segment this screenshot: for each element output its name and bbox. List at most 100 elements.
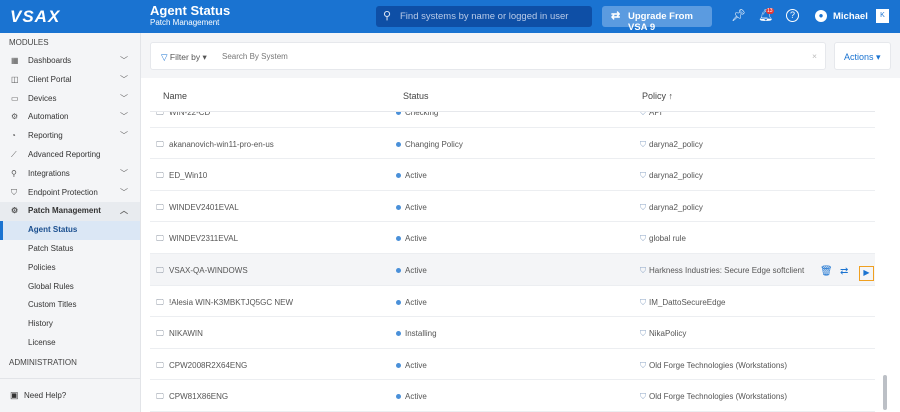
endpoint-protection-icon: ⛉ bbox=[11, 187, 17, 197]
column-header-name[interactable]: Name bbox=[163, 91, 187, 101]
run-button[interactable]: ▶ bbox=[859, 265, 874, 281]
shield-icon: ⛉ bbox=[640, 234, 646, 244]
agent-table: Name Status Policy ↑ 🖵︎ WIN-22-CD Checkin… bbox=[141, 78, 900, 412]
policy-name: Harkness Industries: Secure Edge softcli… bbox=[649, 265, 805, 275]
table-row[interactable]: 🖵︎ VSAX-QA-WINDOWS Active ⛉ Harkness Indus… bbox=[150, 253, 875, 286]
sidebar-subitem-policies[interactable]: Policies bbox=[0, 259, 140, 278]
clear-icon[interactable]: × bbox=[812, 51, 817, 61]
notification-badge: 13 bbox=[766, 8, 774, 14]
policy-name: Old Forge Technologies (Workstations) bbox=[649, 392, 787, 402]
sidebar-item-dashboards[interactable]: ▦ Dashboards ﹀ bbox=[0, 52, 140, 71]
sidebar-item-automation[interactable]: ⚙ Automation ﹀ bbox=[0, 108, 140, 127]
need-help-label: Need Help? bbox=[24, 391, 67, 400]
system-name[interactable]: NIKAWIN bbox=[169, 329, 203, 338]
chevron-down-icon: ﹀ bbox=[120, 187, 128, 197]
system-search-input[interactable]: Search By System bbox=[222, 52, 288, 61]
swap-icon: ⇄ bbox=[611, 10, 621, 22]
upgrade-button[interactable]: ⇄ Upgrade From VSA 9 bbox=[602, 6, 712, 33]
delete-icon[interactable]: 🗑︎ bbox=[820, 266, 833, 277]
sidebar-item-endpoint-protection[interactable]: ⛉ Endpoint Protection ﹀ bbox=[0, 184, 140, 203]
shield-icon: ⛉ bbox=[640, 111, 646, 117]
table-row[interactable]: 🖵︎ WIN-22-CD Checking ⛉ API bbox=[150, 111, 875, 128]
status-dot bbox=[396, 267, 401, 273]
table-row[interactable]: 🖵︎ CPW2008R2X64ENG Active ⛉ Old Forge Tech… bbox=[150, 349, 875, 381]
system-name[interactable]: WINDEV2401EVAL bbox=[169, 203, 239, 212]
dashboards-icon: ▦ bbox=[11, 56, 19, 65]
user-name[interactable]: Michael bbox=[833, 11, 868, 22]
sidebar-item-label: Devices bbox=[28, 93, 57, 103]
sidebar-subitem-global-rules[interactable]: Global Rules bbox=[0, 278, 140, 297]
modules-heading: MODULES bbox=[9, 38, 49, 47]
policy-name: daryna2_policy bbox=[649, 139, 703, 149]
sidebar-item-advanced-reporting[interactable]: ⟋ Advanced Reporting bbox=[0, 146, 140, 165]
sidebar-subitem-patch-status[interactable]: Patch Status bbox=[0, 240, 140, 259]
shield-icon: ⛉ bbox=[640, 202, 646, 212]
status-dot bbox=[396, 204, 401, 210]
table-row[interactable]: 🖵︎ WINDEV2311EVAL Active ⛉ global rule bbox=[150, 222, 875, 254]
policy-name: Old Forge Technologies (Workstations) bbox=[649, 360, 787, 370]
sidebar-item-integrations[interactable]: ⚲ Integrations ﹀ bbox=[0, 165, 140, 184]
status-text: Active bbox=[405, 202, 427, 212]
sidebar-item-reporting[interactable]: ◔ Reporting ﹀ bbox=[0, 127, 140, 146]
change-policy-icon[interactable]: ⇄ bbox=[840, 266, 848, 277]
table-row[interactable]: 🖵︎ CPW81X86ENG Active ⛉ Old Forge Technolo… bbox=[150, 380, 875, 412]
sidebar-item-label: Patch Management bbox=[28, 206, 101, 216]
table-row[interactable]: 🖵︎ akananovich-win11-pro-en-us Changing P… bbox=[150, 128, 875, 160]
policy-name: API bbox=[649, 111, 662, 117]
shield-icon: ⛉ bbox=[640, 171, 646, 181]
system-name[interactable]: ED_Win10 bbox=[169, 171, 207, 180]
policy-name: daryna2_policy bbox=[649, 171, 703, 181]
search-icon: ⚲ bbox=[383, 10, 392, 22]
system-name[interactable]: WIN-22-CD bbox=[169, 112, 210, 117]
table-row[interactable]: 🖵︎ NIKAWIN Installing ⛉ NikaPolicy bbox=[150, 317, 875, 349]
system-name[interactable]: CPW2008R2X64ENG bbox=[169, 361, 247, 370]
sidebar-subitem-license[interactable]: License bbox=[0, 334, 140, 353]
global-search-input[interactable]: ⚲ Find systems by name or logged in user bbox=[376, 6, 592, 27]
policy-header-label: Policy bbox=[642, 91, 667, 101]
table-row[interactable]: 🖵︎ !Alesia WIN-K3MBKTJQ5GC NEW Active ⛉ IM… bbox=[150, 286, 875, 318]
column-header-status[interactable]: Status bbox=[403, 91, 429, 101]
sidebar-subitem-custom-titles[interactable]: Custom Titles bbox=[0, 296, 140, 315]
chevron-down-icon: ﹀ bbox=[120, 56, 128, 65]
shield-icon: ⛉ bbox=[640, 265, 646, 275]
filter-icon: ▽ bbox=[161, 52, 168, 62]
scrollbar[interactable] bbox=[883, 375, 887, 410]
computer-icon: 🖵︎ bbox=[156, 392, 164, 402]
shield-icon: ⛉ bbox=[640, 329, 646, 339]
policy-name: IM_DattoSecureEdge bbox=[649, 297, 726, 307]
system-name[interactable]: !Alesia WIN-K3MBKTJQ5GC NEW bbox=[169, 298, 293, 307]
table-row[interactable]: 🖵︎ WINDEV2401EVAL Active ⛉ daryna2_policy bbox=[150, 191, 875, 223]
computer-icon: 🖵︎ bbox=[156, 297, 164, 307]
user-avatar-icon[interactable]: ● bbox=[815, 10, 827, 22]
filter-by-dropdown[interactable]: ▽ Filter by ▾ bbox=[161, 52, 207, 63]
status-dot bbox=[396, 236, 401, 242]
filter-label: Filter by bbox=[169, 52, 201, 62]
advanced-reporting-icon: ⟋ bbox=[11, 149, 17, 159]
help-icon[interactable]: ? bbox=[786, 9, 799, 22]
need-help-button[interactable]: ▣ Need Help? bbox=[0, 378, 140, 412]
shield-icon: ⛉ bbox=[640, 297, 646, 307]
status-text: Active bbox=[405, 392, 427, 402]
sidebar-item-devices[interactable]: ▭ Devices ﹀ bbox=[0, 90, 140, 109]
policy-name: daryna2_policy bbox=[649, 202, 703, 212]
computer-icon: 🖵︎ bbox=[156, 360, 164, 370]
vsax-logo[interactable]: VSAX bbox=[10, 7, 60, 27]
status-dot bbox=[396, 141, 401, 147]
system-name[interactable]: VSAX-QA-WINDOWS bbox=[169, 266, 248, 275]
app-switcher-icon[interactable]: K bbox=[876, 9, 889, 23]
sidebar-item-patch-management[interactable]: ⚙ Patch Management ︿ bbox=[0, 202, 140, 222]
sidebar-subitem-history[interactable]: History bbox=[0, 315, 140, 334]
column-header-policy[interactable]: Policy ↑ bbox=[642, 91, 673, 101]
sidebar-item-client-portal[interactable]: ◫ Client Portal ﹀ bbox=[0, 71, 140, 90]
system-name[interactable]: WINDEV2311EVAL bbox=[169, 234, 238, 243]
status-dot bbox=[396, 173, 401, 179]
status-dot bbox=[396, 362, 401, 368]
system-name[interactable]: akananovich-win11-pro-en-us bbox=[169, 140, 274, 149]
administration-heading[interactable]: ADMINISTRATION bbox=[0, 353, 140, 372]
pin-icon[interactable]: 📌︎ bbox=[731, 8, 746, 22]
system-name[interactable]: CPW81X86ENG bbox=[169, 392, 228, 401]
table-row[interactable]: 🖵︎ ED_Win10 Active ⛉ daryna2_policy bbox=[150, 159, 875, 191]
actions-button[interactable]: Actions ▾ bbox=[834, 42, 891, 70]
sidebar-subitem-agent-status[interactable]: Agent Status bbox=[0, 221, 140, 240]
sidebar-item-label: Automation bbox=[28, 112, 69, 122]
